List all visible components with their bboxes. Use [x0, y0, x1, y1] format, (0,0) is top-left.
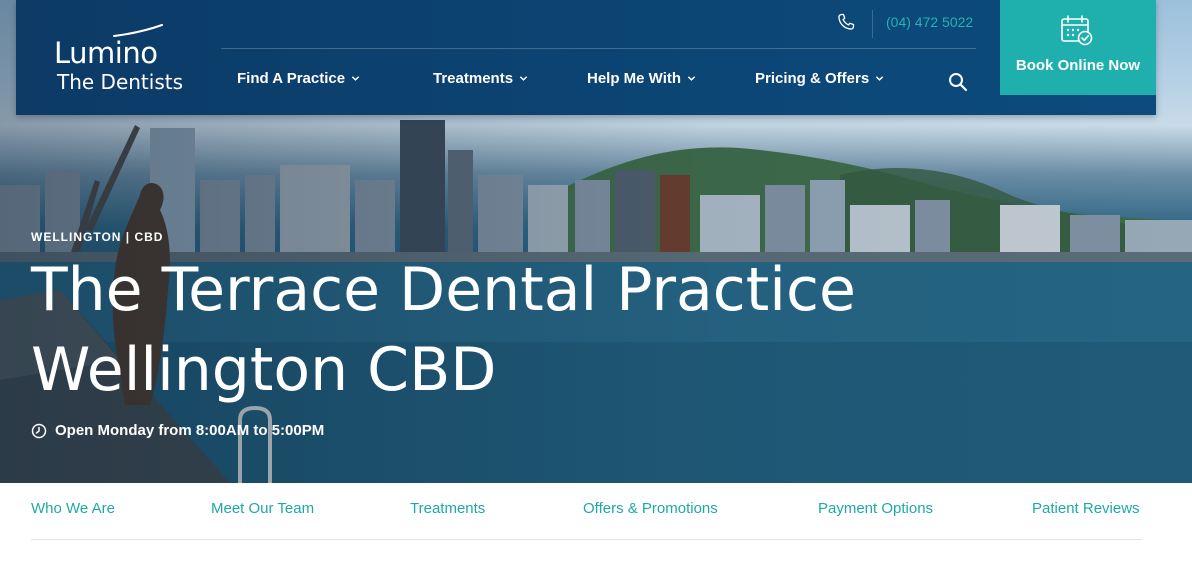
book-online-button[interactable]: Book Online Now — [1000, 0, 1156, 95]
site-header: Lumino The Dentists (04) 472 5022 Find A… — [16, 0, 1156, 115]
chevron-down-icon — [351, 76, 360, 81]
location-eyebrow: WELLINGTON | CBD — [31, 230, 164, 244]
subnav-offers-promotions[interactable]: Offers & Promotions — [583, 500, 718, 517]
nav-pricing-offers[interactable]: Pricing & Offers — [755, 70, 884, 87]
book-online-label: Book Online Now — [1015, 57, 1141, 74]
clock-icon — [31, 423, 47, 438]
nav-help-me-with[interactable]: Help Me With — [587, 70, 696, 87]
nav-help-me-with-label: Help Me With — [587, 70, 682, 87]
subnav-who-we-are[interactable]: Who We Are — [31, 500, 115, 517]
opening-hours-text: Open Monday from 8:00AM to 5:00PM — [55, 422, 325, 439]
page-title-line1: The Terrace Dental Practice — [31, 255, 856, 325]
calendar-check-icon — [1061, 15, 1093, 46]
chevron-down-icon — [519, 76, 528, 81]
subnav-treatments[interactable]: Treatments — [410, 500, 485, 517]
chevron-down-icon — [687, 76, 696, 81]
page-title: The Terrace Dental Practice Wellington C… — [31, 250, 931, 410]
nav-treatments[interactable]: Treatments — [433, 70, 528, 87]
nav-pricing-offers-label: Pricing & Offers — [755, 70, 870, 87]
nav-find-a-practice-label: Find A Practice — [237, 70, 346, 87]
phone-divider — [872, 10, 873, 38]
phone-number-link[interactable]: (04) 472 5022 — [886, 14, 973, 30]
nav-treatments-label: Treatments — [433, 70, 514, 87]
subnav-divider — [31, 539, 1142, 540]
brand-tagline: The Dentists — [57, 70, 184, 94]
header-divider — [221, 48, 976, 49]
subnav-meet-our-team[interactable]: Meet Our Team — [211, 500, 314, 517]
opening-hours: Open Monday from 8:00AM to 5:00PM — [31, 422, 324, 439]
subnav-patient-reviews[interactable]: Patient Reviews — [1032, 500, 1140, 517]
subnav-payment-options[interactable]: Payment Options — [818, 500, 933, 517]
search-icon[interactable] — [948, 72, 968, 92]
nav-find-a-practice[interactable]: Find A Practice — [237, 70, 360, 87]
brand-logo[interactable]: Lumino The Dentists — [54, 22, 184, 94]
chevron-down-icon — [876, 76, 884, 81]
page-title-line2: Wellington CBD — [31, 335, 497, 405]
phone-icon[interactable] — [836, 12, 856, 32]
practice-subnav: Who We Are Meet Our Team Treatments Offe… — [0, 483, 1192, 574]
brand-name: Lumino — [54, 36, 158, 70]
